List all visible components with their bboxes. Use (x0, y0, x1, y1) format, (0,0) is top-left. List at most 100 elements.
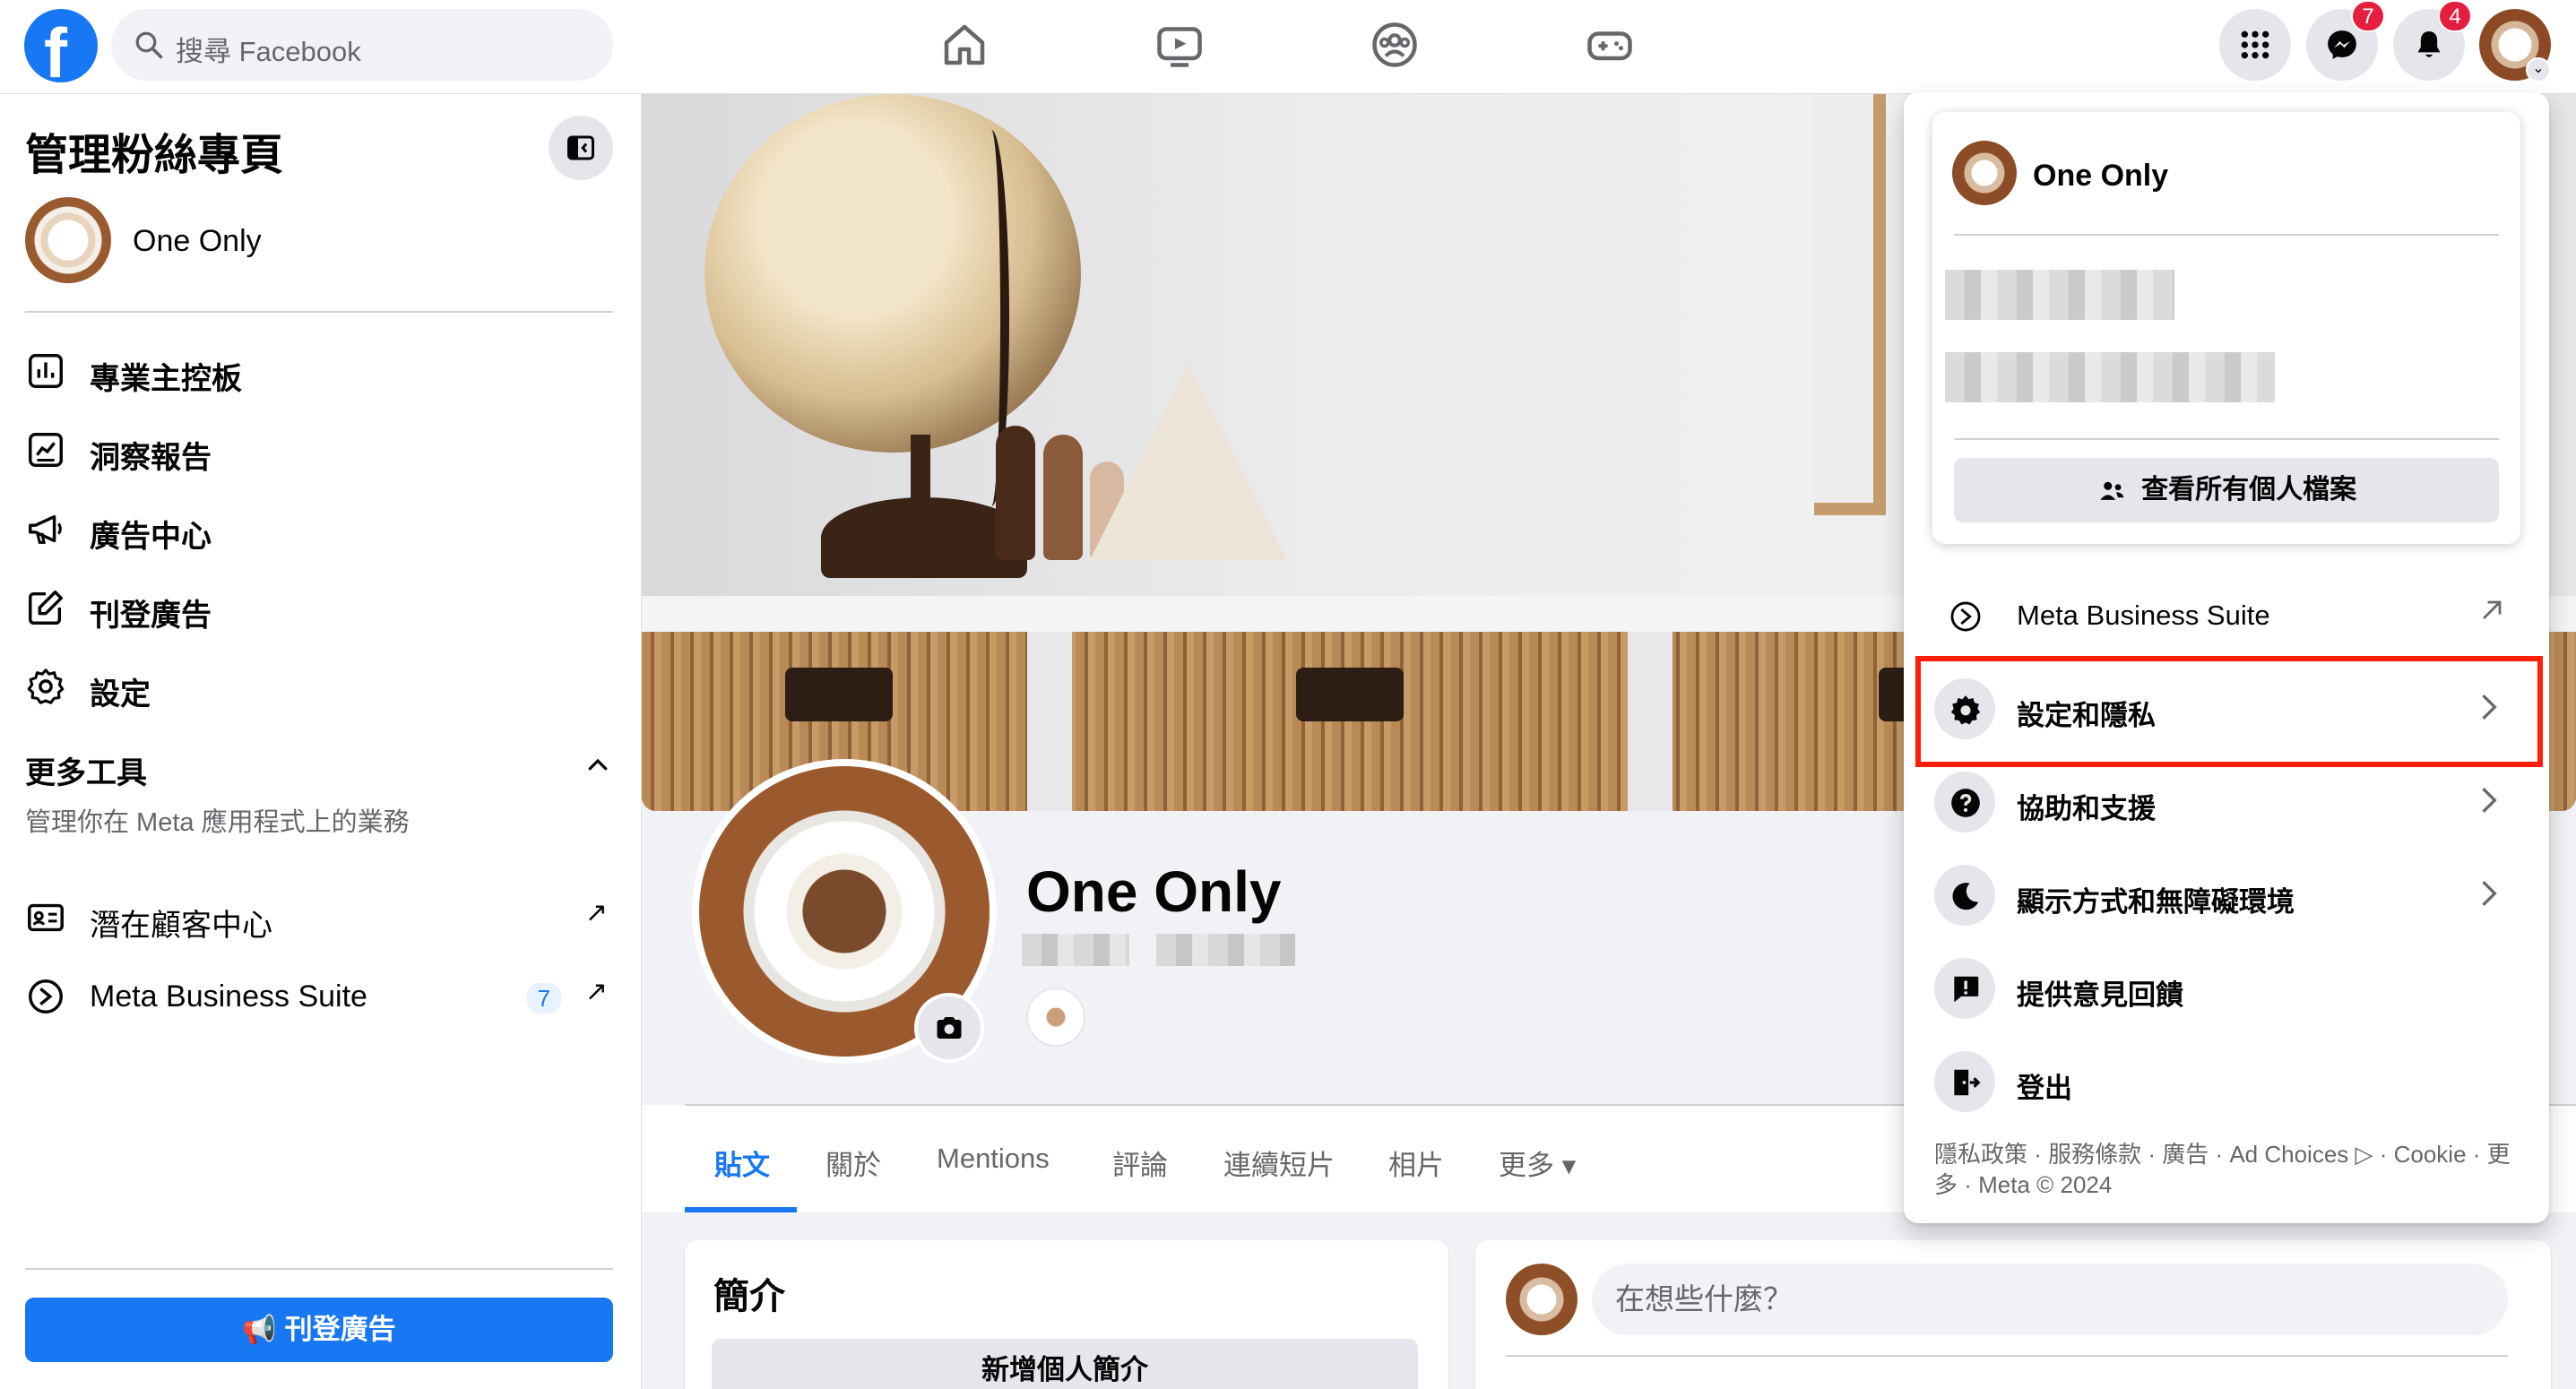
blurred-profile-entry[interactable] (1945, 352, 2275, 402)
update-photo-button[interactable] (914, 993, 984, 1063)
profile-avatar[interactable] (1952, 141, 2017, 205)
chevron-right-icon (2482, 880, 2497, 907)
sidebar-tool-leads-center[interactable]: 潛在顧客中心 ↗ (25, 881, 613, 953)
chevron-up-icon[interactable] (584, 752, 611, 779)
more-tools-section: 更多工具 管理你在 Meta 應用程式上的業務 (25, 748, 410, 839)
sidebar-page-profile[interactable]: One Only (25, 197, 262, 283)
chevron-down-icon[interactable]: ⌄ (2526, 57, 2551, 82)
highlight-box (1915, 656, 2543, 767)
collapse-sidebar-button[interactable] (549, 116, 613, 180)
menu-item-label: 提供意見回饋 (2017, 979, 2183, 1011)
blurred-stats (1022, 934, 1129, 966)
page-avatar (25, 197, 111, 283)
tab-more[interactable]: 更多 ▾ (1499, 1143, 1576, 1183)
page-name-heading: One Only (1026, 859, 1282, 924)
sidebar-item-label: 刊登廣告 (90, 599, 212, 633)
sidebar-toggle-icon (567, 135, 594, 160)
home-icon[interactable] (938, 18, 991, 72)
groups-icon[interactable] (1368, 18, 1422, 72)
add-bio-button[interactable]: 新增個人簡介 (712, 1339, 1418, 1389)
menu-item-feedback[interactable]: 提供意見回饋 (1931, 945, 2522, 1031)
manage-page-sidebar: 管理粉絲專頁 One Only 專業主控板 洞察報告 廣告中心 刊登廣告 設定 … (0, 94, 642, 1389)
intro-title: 簡介 (713, 1277, 785, 1316)
moon-icon (1952, 883, 1979, 910)
menu-grid-button[interactable] (2219, 9, 2291, 81)
sidebar-item-label: 廣告中心 (90, 520, 212, 554)
sidebar-page-name: One Only (133, 224, 262, 258)
menu-item-logout[interactable]: 登出 (1931, 1039, 2522, 1125)
messenger-icon (2328, 30, 2356, 59)
messenger-button[interactable]: 7 (2306, 0, 2385, 81)
sidebar-title: 管理粉絲專頁 (25, 132, 284, 179)
logout-icon (1954, 1069, 1981, 1096)
sidebar-item-ad-center[interactable]: 廣告中心 (25, 492, 613, 564)
cover-globe (705, 94, 1081, 453)
follower-avatar[interactable] (1026, 988, 1085, 1047)
sidebar-tool-business-suite[interactable]: Meta Business Suite 7 ↗ (25, 960, 613, 1031)
blurred-stats (1156, 934, 1295, 966)
notifications-button[interactable]: 4 (2393, 0, 2472, 81)
business-suite-icon (29, 979, 63, 1014)
tab-photos[interactable]: 相片 (1388, 1143, 1444, 1183)
messenger-badge: 7 (2351, 0, 2385, 32)
top-navigation-bar: f 搜尋 Facebook 7 4 ⌄ (0, 0, 2576, 94)
tab-mentions[interactable]: Mentions (937, 1143, 1050, 1175)
sidebar-tool-label: 潛在顧客中心 (90, 909, 272, 943)
blurred-profile-entry[interactable] (1945, 270, 2174, 320)
insights-icon (29, 433, 63, 467)
external-link-icon: ↗ (584, 977, 608, 1006)
tab-about[interactable]: 關於 (826, 1143, 881, 1183)
menu-footer-links[interactable]: 隱私政策 · 服務條款 · 廣告 · Ad Choices ▷ · Cookie… (1934, 1139, 2522, 1200)
profiles-icon (2100, 481, 2124, 500)
edit-icon (29, 591, 63, 625)
sidebar-item-label: 設定 (90, 677, 151, 712)
profile-name[interactable]: One Only (2033, 159, 2168, 194)
post-composer-card: 在想些什麼？ (1475, 1240, 2551, 1389)
divider (1954, 438, 2499, 440)
camera-icon (937, 1017, 962, 1039)
see-all-profiles-button[interactable]: 查看所有個人檔案 (1954, 458, 2499, 522)
sidebar-item-dashboard[interactable]: 專業主控板 (25, 334, 613, 406)
menu-item-label: 顯示方式和無障礙環境 (2017, 886, 2295, 918)
tab-reviews[interactable]: 評論 (1112, 1143, 1168, 1183)
menu-item-label: 登出 (2017, 1073, 2072, 1104)
sidebar-item-settings[interactable]: 設定 (25, 650, 613, 721)
facebook-logo[interactable]: f (24, 9, 98, 92)
composer-avatar (1506, 1264, 1578, 1335)
divider (25, 1268, 613, 1270)
help-icon (1951, 789, 1980, 817)
sidebar-item-insights[interactable]: 洞察報告 (25, 413, 613, 485)
post-composer-input[interactable]: 在想些什麼？ (1592, 1264, 2508, 1335)
sidebar-item-create-ad[interactable]: 刊登廣告 (25, 571, 613, 643)
gaming-icon[interactable] (1583, 18, 1637, 72)
count-badge: 7 (526, 983, 561, 1014)
tab-posts[interactable]: 貼文 (714, 1143, 770, 1183)
divider (25, 311, 613, 313)
menu-item-display-accessibility[interactable]: 顯示方式和無障礙環境 (1931, 852, 2522, 938)
create-ad-button[interactable]: 📢 刊登廣告 (25, 1298, 613, 1362)
menu-item-business-suite[interactable]: Meta Business Suite (1931, 573, 2522, 659)
megaphone-icon: 📢 (242, 1314, 285, 1345)
more-tools-subtitle: 管理你在 Meta 應用程式上的業務 (25, 808, 410, 837)
sidebar-tool-label: Meta Business Suite (90, 979, 367, 1014)
menu-item-help-support[interactable]: 協助和支援 (1931, 759, 2522, 845)
contact-card-icon (28, 903, 64, 932)
divider (1506, 1355, 2508, 1357)
profile-switcher-card: One Only 查看所有個人檔案 (1932, 112, 2520, 544)
sidebar-item-label: 洞察報告 (90, 441, 212, 475)
external-link-icon (2483, 600, 2502, 619)
bell-icon (2417, 31, 2441, 57)
chevron-right-icon (2482, 787, 2497, 814)
active-tab-indicator (685, 1207, 797, 1212)
notifications-badge: 4 (2438, 0, 2472, 32)
divider (1954, 234, 2499, 236)
search-icon (135, 31, 163, 59)
business-suite-icon (1950, 601, 1981, 632)
feedback-icon (1954, 976, 1979, 1003)
tab-reels[interactable]: 連續短片 (1223, 1143, 1335, 1183)
sidebar-item-label: 專業主控板 (90, 362, 242, 396)
grid-icon (2241, 30, 2269, 59)
watch-icon[interactable] (1153, 18, 1206, 72)
gear-icon (27, 669, 65, 704)
search-bar[interactable]: 搜尋 Facebook (111, 9, 613, 81)
